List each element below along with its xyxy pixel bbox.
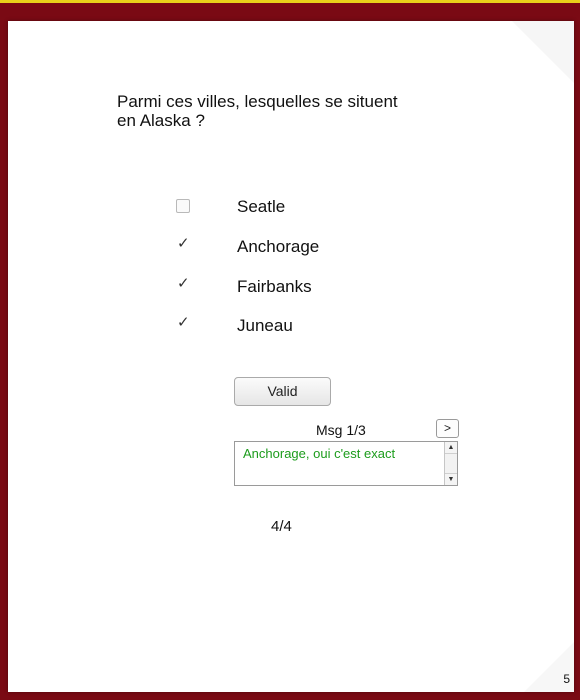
scroll-up-arrow-icon[interactable]: ▲	[445, 442, 457, 454]
validate-button[interactable]: Valid	[234, 377, 331, 406]
question-text: Parmi ces villes, lesquelles se situent …	[117, 92, 398, 130]
next-message-button[interactable]: >	[436, 419, 459, 438]
option-anchorage[interactable]: ✓ Anchorage	[176, 234, 396, 261]
feedback-message-box[interactable]: Anchorage, oui c'est exact ▲ ▼	[234, 441, 458, 486]
message-scrollbar[interactable]: ▲ ▼	[444, 442, 457, 485]
option-juneau[interactable]: ✓ Juneau	[176, 313, 396, 340]
option-label: Seatle	[237, 197, 286, 216]
checkbox[interactable]	[176, 199, 190, 213]
checkmark-icon[interactable]: ✓	[177, 274, 190, 292]
page-number: 5	[563, 672, 570, 686]
checkmark-icon[interactable]: ✓	[177, 234, 190, 252]
scroll-down-arrow-icon[interactable]: ▼	[445, 473, 457, 485]
top-accent-strip	[0, 0, 580, 3]
page-corner-fold	[512, 21, 574, 83]
quiz-page: Parmi ces villes, lesquelles se situent …	[8, 21, 574, 692]
option-label: Anchorage	[237, 237, 320, 256]
option-seatle[interactable]: Seatle	[176, 197, 396, 221]
message-counter: Msg 1/3	[316, 422, 366, 438]
score-display: 4/4	[271, 518, 292, 535]
checkmark-icon[interactable]: ✓	[177, 313, 190, 331]
option-fairbanks[interactable]: ✓ Fairbanks	[176, 274, 396, 301]
option-label: Fairbanks	[237, 277, 312, 296]
option-label: Juneau	[237, 316, 293, 335]
feedback-message-text: Anchorage, oui c'est exact	[243, 446, 396, 461]
